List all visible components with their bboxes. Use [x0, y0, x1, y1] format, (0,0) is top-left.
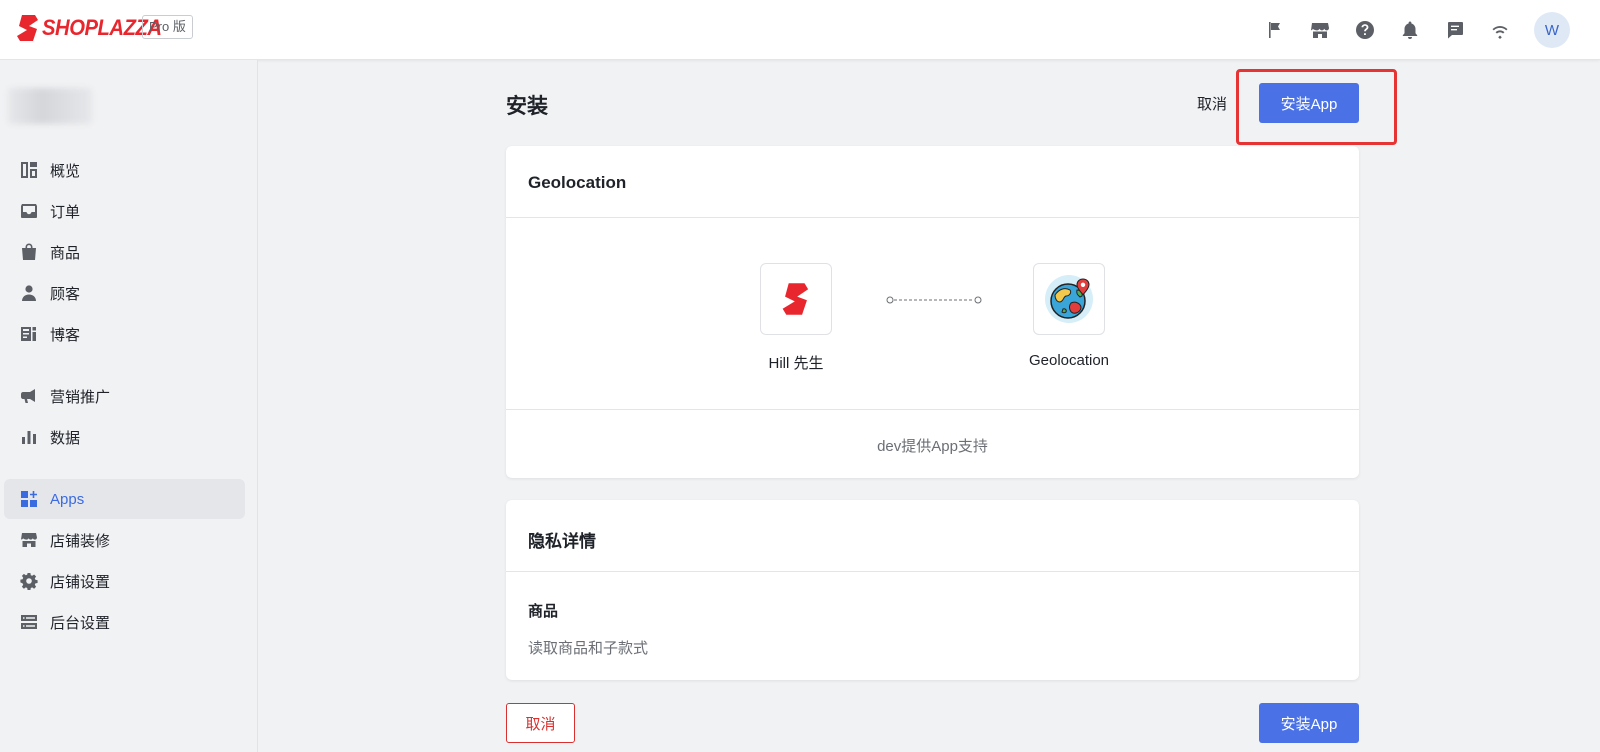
blog-icon — [21, 327, 36, 341]
wifi-icon[interactable] — [1480, 10, 1520, 50]
flag-icon[interactable] — [1255, 10, 1295, 50]
chat-icon[interactable] — [1435, 10, 1475, 50]
sidebar: 概览 订单 商品 顾客 博客 营销推广 数据 Apps 店铺装修 店铺设置 后台… — [0, 60, 258, 752]
storefront-icon — [21, 533, 37, 547]
megaphone-icon — [21, 389, 35, 403]
bar-chart-icon — [22, 431, 36, 444]
store-name-blurred[interactable] — [8, 88, 92, 124]
permission-description: 读取商品和子款式 — [528, 640, 649, 657]
server-icon — [21, 615, 37, 629]
privacy-card-title: 隐私详情 — [528, 532, 596, 551]
sidebar-item-label: 店铺设置 — [50, 573, 111, 591]
privacy-card: 隐私详情 商品 读取商品和子款式 — [506, 500, 1359, 680]
avatar[interactable]: W — [1534, 12, 1570, 48]
install-app-button-bottom[interactable]: 安装App — [1259, 703, 1359, 743]
shoplazza-logo-icon — [782, 283, 809, 315]
sidebar-item-label: 后台设置 — [50, 614, 111, 632]
page-title: 安装 — [506, 95, 548, 118]
top-bar: SHOPLAZZA Pro 版 W — [0, 0, 1600, 60]
app-card-title: Geolocation — [528, 173, 627, 192]
sidebar-item-admin-settings[interactable]: 后台设置 — [4, 602, 245, 642]
gear-icon — [20, 573, 38, 590]
edition-badge: Pro 版 — [142, 15, 193, 39]
sidebar-item-customers[interactable]: 顾客 — [4, 273, 245, 313]
connection-line — [886, 296, 982, 304]
sidebar-item-label: 概览 — [50, 162, 81, 180]
cancel-button[interactable]: 取消 — [506, 703, 575, 743]
inbox-icon — [21, 204, 37, 218]
sidebar-item-label: 订单 — [50, 203, 81, 221]
cancel-link[interactable]: 取消 — [1197, 93, 1227, 114]
app-logo-box — [1033, 263, 1105, 335]
apps-icon — [21, 491, 37, 507]
app-connection-card: Geolocation Hill 先生 Geolocation dev提供App… — [506, 146, 1359, 478]
sidebar-item-label: 店铺装修 — [50, 532, 111, 550]
help-icon[interactable] — [1345, 10, 1385, 50]
sidebar-item-theme[interactable]: 店铺装修 — [4, 520, 245, 560]
sidebar-item-analytics[interactable]: 数据 — [4, 417, 245, 457]
app-name-label: Geolocation — [1028, 352, 1110, 369]
divider — [506, 571, 1359, 572]
sidebar-item-marketing[interactable]: 营销推广 — [4, 376, 245, 416]
bell-icon[interactable] — [1390, 10, 1430, 50]
sidebar-item-label: 商品 — [50, 244, 81, 262]
store-logo-box — [760, 263, 832, 335]
sidebar-item-blog[interactable]: 博客 — [4, 314, 245, 354]
install-app-button[interactable]: 安装App — [1259, 83, 1359, 123]
bag-icon — [22, 243, 36, 260]
person-icon — [22, 285, 36, 301]
sidebar-item-orders[interactable]: 订单 — [4, 191, 245, 231]
store-name-label: Hill 先生 — [768, 355, 824, 372]
top-icon-bar: W — [1250, 10, 1570, 50]
sidebar-item-label: 顾客 — [50, 285, 81, 303]
divider — [506, 409, 1359, 410]
sidebar-item-store-settings[interactable]: 店铺设置 — [4, 561, 245, 601]
globe-icon — [1045, 275, 1093, 323]
sidebar-item-label: 营销推广 — [50, 388, 111, 406]
permission-title: 商品 — [528, 603, 559, 620]
sidebar-item-overview[interactable]: 概览 — [4, 150, 245, 190]
support-text: dev提供App支持 — [877, 438, 988, 455]
shoplazza-logo-icon — [17, 15, 38, 41]
divider — [506, 217, 1359, 218]
sidebar-item-label: Apps — [50, 490, 85, 508]
sidebar-item-label: 数据 — [50, 429, 81, 447]
store-icon[interactable] — [1300, 10, 1340, 50]
sidebar-item-apps[interactable]: Apps — [4, 479, 245, 519]
dashboard-icon — [21, 162, 37, 178]
sidebar-item-label: 博客 — [50, 326, 81, 344]
sidebar-item-products[interactable]: 商品 — [4, 232, 245, 272]
